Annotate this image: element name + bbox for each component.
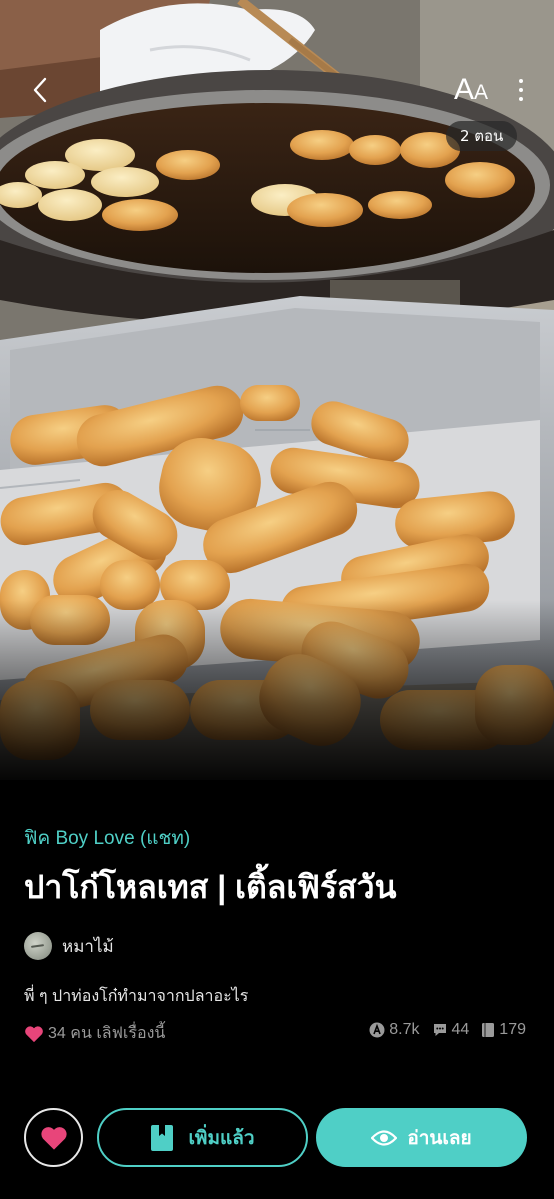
chapters-stat: 179 bbox=[481, 1021, 526, 1039]
more-options-button[interactable] bbox=[508, 74, 534, 106]
likes-row: 34 คน เลิฟเรื่องนี้ bbox=[24, 1021, 165, 1046]
library-button-label: เพิ่มแล้ว bbox=[188, 1127, 255, 1149]
cover-fade bbox=[0, 600, 554, 780]
stats-row: 8.7k 44 179 bbox=[369, 1021, 526, 1039]
genre-label[interactable]: ฟิค Boy Love (แชท) bbox=[24, 823, 190, 853]
read-button-label: อ่านเลย bbox=[407, 1127, 472, 1149]
font-size-button[interactable]: A A bbox=[454, 70, 488, 110]
author-name: หมาไม้ bbox=[62, 936, 114, 956]
back-icon bbox=[33, 77, 47, 103]
font-size-icon-small: A bbox=[474, 81, 489, 104]
heart-icon bbox=[40, 1126, 67, 1150]
like-button[interactable] bbox=[24, 1108, 83, 1167]
episode-count-badge: 2 ตอน bbox=[446, 121, 518, 151]
avatar bbox=[24, 932, 52, 960]
author-row[interactable]: หมาไม้ bbox=[24, 932, 114, 960]
chapters-count: 179 bbox=[499, 1021, 526, 1038]
read-now-button[interactable]: อ่านเลย bbox=[316, 1108, 527, 1167]
synopsis: พี่ ๆ ปาท่องโก๋ทำมาจากปลาอะไร bbox=[24, 988, 249, 1005]
views-stat: 8.7k bbox=[369, 1021, 420, 1039]
heart-icon bbox=[25, 1025, 43, 1042]
likes-text: 34 คน เลิฟเรื่องนี้ bbox=[48, 1025, 166, 1042]
add-to-library-button[interactable]: เพิ่มแล้ว bbox=[97, 1108, 308, 1167]
bookmark-icon bbox=[151, 1124, 174, 1151]
comments-count: 44 bbox=[451, 1021, 470, 1038]
comment-icon bbox=[433, 1024, 446, 1036]
eye-icon bbox=[371, 1129, 398, 1146]
views-count: 8.7k bbox=[389, 1021, 420, 1038]
views-icon bbox=[369, 1022, 385, 1038]
comments-stat: 44 bbox=[432, 1021, 470, 1039]
chapter-icon bbox=[482, 1023, 495, 1037]
more-vertical-icon bbox=[519, 79, 523, 83]
cover-image bbox=[0, 0, 554, 780]
story-title: ปาโก๋โหลเทส | เติ้ลเฟิร์สวัน bbox=[24, 869, 397, 905]
font-size-icon-large: A bbox=[454, 73, 475, 106]
back-button[interactable] bbox=[22, 70, 58, 110]
